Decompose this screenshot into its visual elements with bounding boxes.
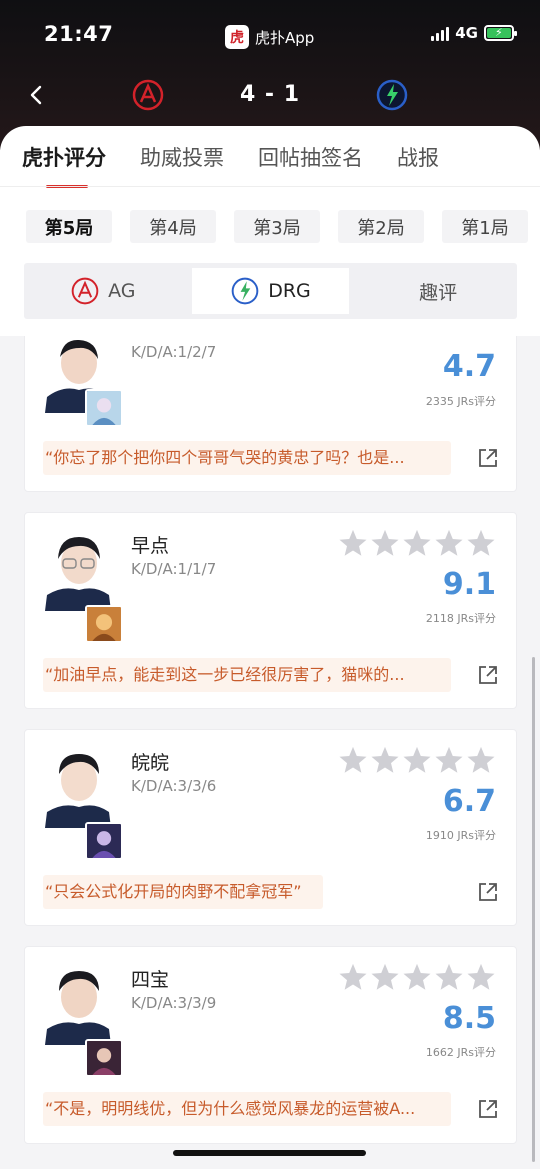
- status-bar: 21:47 虎 虎扑App 4G ⚡: [0, 18, 540, 52]
- network-type: 4G: [455, 24, 478, 42]
- player-card[interactable]: 早点 K/D/A:1/1/7 9.1 2118 JRs评分 “加油早点，能走到这…: [24, 512, 517, 709]
- hero-icon: [85, 389, 123, 427]
- star-icon[interactable]: [434, 745, 464, 775]
- team-selector: AG DRG 趣评: [24, 263, 517, 319]
- scrollbar[interactable]: [532, 657, 535, 1162]
- share-icon[interactable]: [478, 665, 498, 685]
- player-avatar: [43, 533, 111, 611]
- player-avatar: [43, 967, 111, 1045]
- share-icon[interactable]: [478, 1099, 498, 1119]
- app-name: 虎扑App: [255, 28, 315, 47]
- tab-report[interactable]: 战报: [397, 142, 439, 186]
- player-score: 6.7: [442, 784, 496, 819]
- game-tab-2[interactable]: 第2局: [338, 210, 424, 243]
- rating-stars[interactable]: [338, 745, 496, 775]
- team-tab-ag[interactable]: AG: [24, 263, 182, 319]
- player-name: 皖皖: [131, 752, 170, 774]
- star-icon[interactable]: [466, 745, 496, 775]
- team-tab-label: DRG: [268, 280, 311, 302]
- drg-logo-icon: [231, 277, 259, 305]
- player-name: 四宝: [131, 969, 170, 991]
- top-tabs: 虎扑评分 助威投票 回帖抽签名 战报: [22, 142, 439, 188]
- tab-cheer-vote[interactable]: 助威投票: [140, 142, 224, 186]
- star-icon[interactable]: [338, 528, 368, 558]
- hero-icon: [85, 605, 123, 643]
- drg-team-logo-icon[interactable]: [375, 78, 409, 112]
- star-icon[interactable]: [466, 962, 496, 992]
- game-selector: 第5局 第4局 第3局 第2局 第1局: [26, 210, 528, 243]
- player-list: K/D/A:1/2/7 4.7 2335 JRs评分 “你忘了那个把你四个哥哥气…: [0, 336, 540, 1169]
- tab-reply-draw[interactable]: 回帖抽签名: [258, 142, 363, 186]
- content-sheet: 虎扑评分 助威投票 回帖抽签名 战报 第5局 第4局 第3局 第2局 第1局 A…: [0, 126, 540, 336]
- ag-logo-icon: [71, 277, 99, 305]
- star-icon[interactable]: [402, 745, 432, 775]
- star-icon[interactable]: [370, 528, 400, 558]
- star-icon[interactable]: [338, 962, 368, 992]
- share-icon[interactable]: [478, 448, 498, 468]
- hero-icon: [85, 1039, 123, 1077]
- hero-icon: [85, 822, 123, 860]
- player-votes: 1910 JRs评分: [425, 829, 496, 842]
- player-comment[interactable]: “不是，明明线优，但为什么感觉风暴龙的运营被A...: [43, 1092, 451, 1126]
- game-tab-5[interactable]: 第5局: [26, 210, 112, 243]
- match-bar: 4 - 1: [0, 74, 540, 118]
- status-indicators: 4G ⚡: [431, 24, 517, 42]
- player-comment[interactable]: “你忘了那个把你四个哥哥气哭的黄忠了吗？也是...: [43, 441, 451, 475]
- team-tab-drg[interactable]: DRG: [191, 268, 350, 314]
- star-icon[interactable]: [338, 745, 368, 775]
- player-score: 9.1: [442, 567, 496, 602]
- star-icon[interactable]: [466, 528, 496, 558]
- player-card[interactable]: 皖皖 K/D/A:3/3/6 6.7 1910 JRs评分 “只会公式化开局的肉…: [24, 729, 517, 926]
- star-icon[interactable]: [402, 528, 432, 558]
- match-score: 4 - 1: [239, 82, 301, 107]
- rating-stars[interactable]: [338, 528, 496, 558]
- game-tab-4[interactable]: 第4局: [130, 210, 216, 243]
- home-indicator[interactable]: [173, 1150, 366, 1156]
- game-tab-1[interactable]: 第1局: [442, 210, 528, 243]
- player-kda: K/D/A:1/1/7: [131, 560, 217, 578]
- player-avatar: [43, 750, 111, 828]
- team-tab-label: AG: [108, 280, 136, 302]
- player-comment[interactable]: “加油早点，能走到这一步已经很厉害了，猫咪的...: [43, 658, 451, 692]
- signal-icon: [431, 25, 450, 41]
- player-kda: K/D/A:1/2/7: [131, 343, 217, 361]
- star-icon[interactable]: [370, 962, 400, 992]
- share-icon[interactable]: [478, 882, 498, 902]
- player-card[interactable]: 四宝 K/D/A:3/3/9 8.5 1662 JRs评分 “不是，明明线优，但…: [24, 946, 517, 1144]
- rating-stars[interactable]: [338, 962, 496, 992]
- player-comment[interactable]: “只会公式化开局的肉野不配拿冠军”: [43, 875, 323, 909]
- divider: [0, 186, 540, 187]
- star-icon[interactable]: [434, 528, 464, 558]
- hupu-logo-icon: 虎: [225, 25, 249, 49]
- player-votes: 1662 JRs评分: [425, 1046, 496, 1059]
- star-icon[interactable]: [402, 962, 432, 992]
- team-tab-label: 趣评: [419, 281, 458, 304]
- app-indicator[interactable]: 虎 虎扑App: [225, 24, 314, 50]
- player-kda: K/D/A:3/3/6: [131, 777, 217, 795]
- battery-icon: ⚡: [484, 25, 517, 41]
- player-score: 8.5: [442, 1001, 496, 1036]
- tab-hupu-rating[interactable]: 虎扑评分: [22, 142, 106, 188]
- player-votes: 2335 JRs评分: [425, 395, 496, 408]
- team-tab-fun[interactable]: 趣评: [359, 263, 517, 319]
- game-tab-3[interactable]: 第3局: [234, 210, 320, 243]
- star-icon[interactable]: [434, 962, 464, 992]
- player-name: 早点: [131, 535, 170, 557]
- player-score: 4.7: [442, 349, 496, 384]
- star-icon[interactable]: [370, 745, 400, 775]
- player-votes: 2118 JRs评分: [425, 612, 496, 625]
- player-kda: K/D/A:3/3/9: [131, 994, 217, 1012]
- player-card[interactable]: K/D/A:1/2/7 4.7 2335 JRs评分 “你忘了那个把你四个哥哥气…: [24, 336, 517, 492]
- status-time: 21:47: [44, 22, 114, 46]
